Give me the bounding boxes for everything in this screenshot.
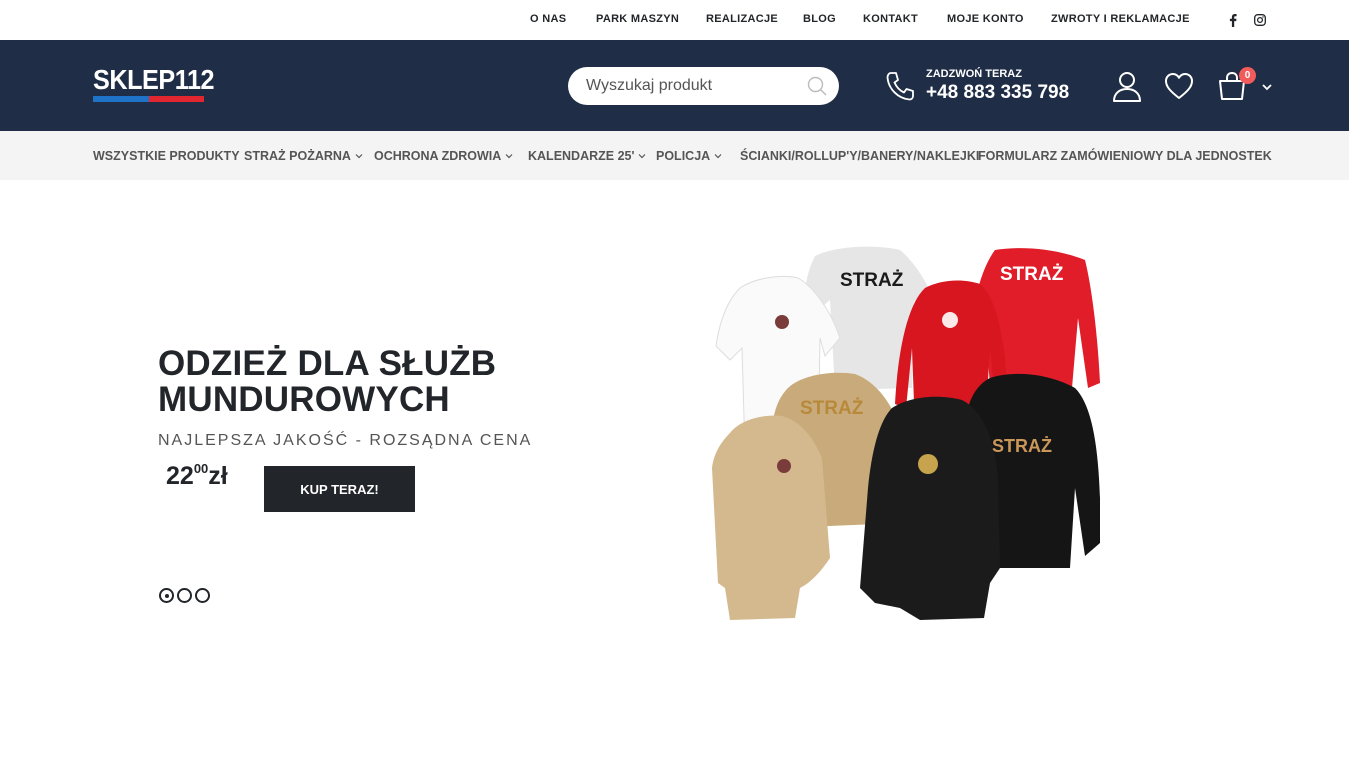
nav-item-ochrona-zdrowia[interactable]: OCHRONA ZDROWIA bbox=[374, 149, 513, 163]
chevron-down-icon bbox=[714, 154, 722, 159]
instagram-icon[interactable] bbox=[1253, 12, 1267, 28]
slider-dots bbox=[159, 588, 213, 603]
nav-item-formularz[interactable]: FORMULARZ ZAMÓWIENIOWY DLA JEDNOSTEK bbox=[978, 149, 1272, 163]
garment-text: STRAŻ bbox=[1000, 264, 1064, 285]
main-nav: WSZYSTKIE PRODUKTY STRAŻ POŻARNA OCHRONA… bbox=[0, 131, 1349, 180]
nav-item-label: STRAŻ POŻARNA bbox=[244, 149, 351, 163]
nav-item-label: ŚCIANKI/ROLLUP'Y/BANERY/NAKLEJKI bbox=[740, 149, 980, 163]
price-integer: 22 bbox=[166, 462, 194, 490]
top-link-kontakt[interactable]: KONTAKT bbox=[863, 13, 918, 25]
search-input[interactable] bbox=[584, 67, 799, 105]
nav-item-kalendarze[interactable]: KALENDARZE 25' bbox=[528, 149, 646, 163]
nav-item-scianki[interactable]: ŚCIANKI/ROLLUP'Y/BANERY/NAKLEJKI bbox=[740, 149, 979, 163]
top-link-zwroty[interactable]: ZWROTY I REKLAMACJE bbox=[1051, 13, 1190, 25]
slider-dot-2[interactable] bbox=[177, 588, 192, 603]
garment-text: STRAŻ bbox=[840, 270, 904, 291]
nav-item-label: POLICJA bbox=[656, 149, 711, 163]
slider-dot-3[interactable] bbox=[195, 588, 210, 603]
hero-subtitle: NAJLEPSZA JAKOŚĆ - ROZSĄDNA CENA bbox=[158, 432, 533, 449]
top-link-realizacje[interactable]: REALIZACJE bbox=[706, 13, 778, 25]
hero-title: ODZIEŻ DLA SŁUŻB MUNDUROWYCH bbox=[158, 344, 497, 419]
facebook-icon[interactable] bbox=[1226, 12, 1240, 28]
garment-text: STRAŻ bbox=[800, 398, 864, 419]
phone-icon bbox=[885, 70, 915, 102]
heart-icon[interactable] bbox=[1164, 72, 1194, 100]
nav-item-label: FORMULARZ ZAMÓWIENIOWY DLA JEDNOSTEK bbox=[978, 149, 1272, 163]
top-link-blog[interactable]: BLOG bbox=[803, 13, 836, 25]
nav-item-label: OCHRONA ZDROWIA bbox=[374, 149, 502, 163]
top-link-o-nas[interactable]: O NAS bbox=[530, 13, 566, 25]
search-box bbox=[568, 67, 839, 105]
price-currency: zł bbox=[208, 462, 228, 490]
user-icon[interactable] bbox=[1112, 70, 1142, 102]
logo-bar-blue bbox=[93, 96, 149, 102]
search-icon[interactable] bbox=[807, 76, 827, 96]
nav-item-label: WSZYSTKIE PRODUKTY bbox=[93, 149, 240, 163]
top-bar: O NAS PARK MASZYN REALIZACJE BLOG KONTAK… bbox=[0, 0, 1349, 40]
nav-item-wszystkie-produkty[interactable]: WSZYSTKIE PRODUKTY bbox=[93, 149, 240, 163]
nav-item-label: KALENDARZE 25' bbox=[528, 149, 635, 163]
top-link-moje-konto[interactable]: MOJE KONTO bbox=[947, 13, 1024, 25]
chevron-down-icon[interactable] bbox=[1261, 79, 1273, 91]
buy-now-button[interactable]: KUP TERAZ! bbox=[264, 466, 415, 512]
chevron-down-icon bbox=[355, 154, 363, 159]
logo-bar-red bbox=[149, 96, 204, 102]
slider-dot-1[interactable] bbox=[159, 588, 174, 603]
nav-item-straz-pozarna[interactable]: STRAŻ POŻARNA bbox=[244, 149, 363, 163]
call-number[interactable]: +48 883 335 798 bbox=[926, 82, 1069, 104]
chevron-down-icon bbox=[505, 154, 513, 159]
top-links: O NAS PARK MASZYN REALIZACJE BLOG KONTAK… bbox=[0, 0, 1349, 40]
cart-count-badge: 0 bbox=[1239, 67, 1256, 84]
main-header: SKLEP112 ZADZWOŃ TERAZ +48 883 335 798 0 bbox=[0, 40, 1349, 131]
call-label: ZADZWOŃ TERAZ bbox=[926, 68, 1022, 80]
top-link-park-maszyn[interactable]: PARK MASZYN bbox=[596, 13, 679, 25]
chevron-down-icon bbox=[639, 154, 646, 159]
hero-product-image: STRAŻ STRAŻ STRAŻ STRAŻ bbox=[712, 246, 1100, 620]
garment-text: STRAŻ bbox=[992, 436, 1052, 456]
logo[interactable]: SKLEP112 bbox=[93, 64, 215, 104]
logo-text: SKLEP112 bbox=[93, 64, 215, 95]
hero-price: 2200zł bbox=[166, 461, 228, 491]
price-decimal: 00 bbox=[193, 461, 209, 476]
nav-item-policja[interactable]: POLICJA bbox=[656, 149, 722, 163]
